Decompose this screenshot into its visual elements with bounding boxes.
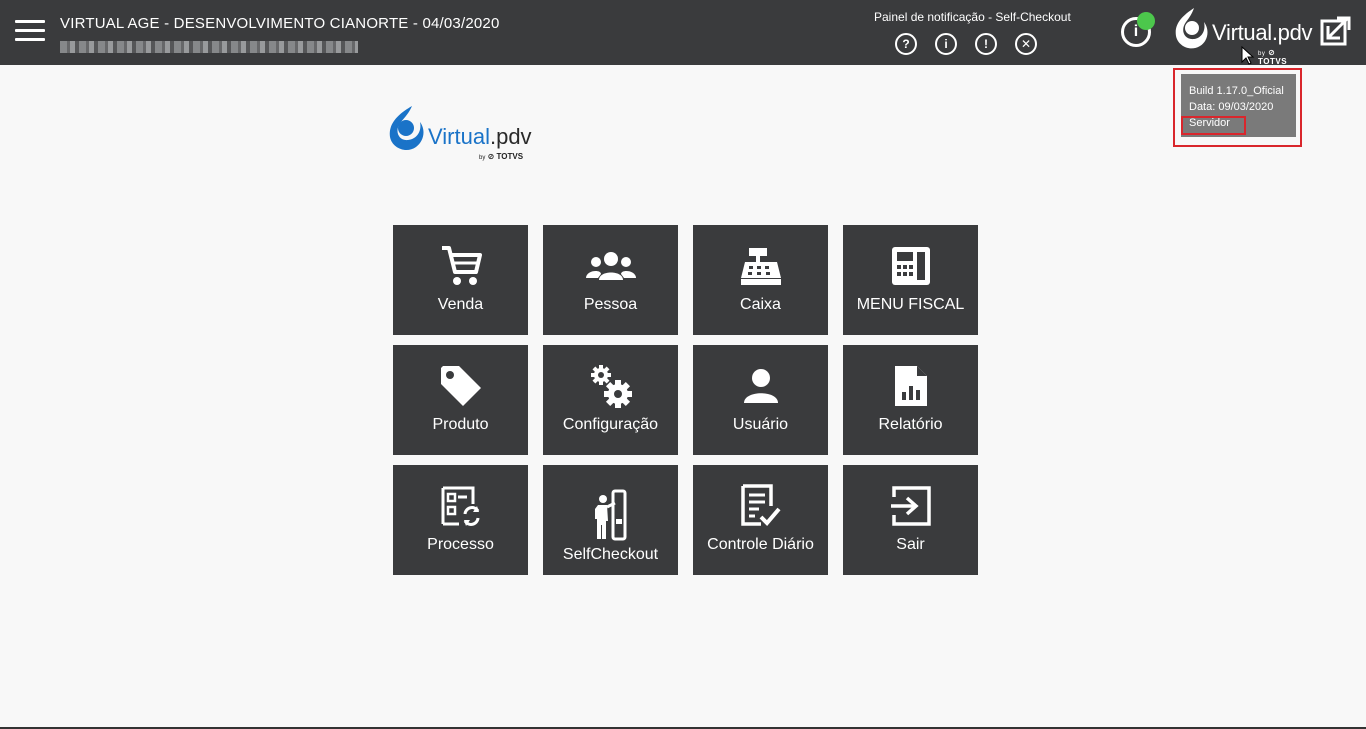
partner-text: TOTVS (1258, 57, 1288, 66)
tile-label: Usuário (732, 416, 789, 433)
main-menu-grid: Venda Pessoa Caixa MENU FISCAL Produto C… (393, 225, 978, 575)
main-brand-mark-icon (389, 106, 424, 151)
main-brand-suffix: .pdv (489, 124, 532, 149)
main-by-text: by (479, 155, 486, 161)
tile-controle-diario[interactable]: Controle Diário (693, 465, 828, 575)
notification-panel-title: Painel de notificação - Self-Checkout (874, 10, 1071, 24)
tile-label: MENU FISCAL (856, 296, 965, 313)
tile-venda[interactable]: Venda (393, 225, 528, 335)
main-by-totvs: by ⊘ TOTVS (479, 152, 523, 161)
tile-label: Venda (437, 296, 484, 313)
warning-icon[interactable]: ! (975, 33, 997, 55)
tile-caixa[interactable]: Caixa (693, 225, 828, 335)
tile-relatorio[interactable]: Relatório (843, 345, 978, 455)
tile-usuario[interactable]: Usuário (693, 345, 828, 455)
tile-processo[interactable]: Processo (393, 465, 528, 575)
top-bar: VIRTUAL AGE - DESENVOLVIMENTO CIANORTE -… (0, 0, 1366, 66)
tile-label: Configuração (562, 416, 659, 433)
report-icon (843, 363, 978, 409)
user-icon (693, 363, 828, 409)
tile-configuracao[interactable]: Configuração (543, 345, 678, 455)
close-icon[interactable]: ✕ (1015, 33, 1037, 55)
info-icon[interactable]: i (935, 33, 957, 55)
mouse-cursor-icon (1241, 46, 1255, 65)
tile-label: Pessoa (583, 296, 638, 313)
tile-label: Processo (427, 536, 494, 553)
brand-name: Virtual (1212, 20, 1272, 45)
menu-icon[interactable] (15, 20, 45, 44)
tile-sair[interactable]: Sair (843, 465, 978, 575)
main-partner-text: TOTVS (496, 152, 524, 161)
tag-icon (393, 363, 528, 409)
tile-label: SelfCheckout (562, 546, 659, 563)
gears-icon (543, 363, 678, 409)
app-title: VIRTUAL AGE - DESENVOLVIMENTO CIANORTE -… (60, 15, 500, 32)
daily-control-icon (693, 483, 828, 529)
server-highlight-box (1181, 116, 1246, 135)
tile-label: Sair (896, 536, 925, 553)
header-logo: Virtual.pdv by ⊘ TOTVS (1172, 6, 1313, 66)
tile-pessoa[interactable]: Pessoa (543, 225, 678, 335)
cash-register-icon (693, 243, 828, 289)
calculator-icon (843, 243, 978, 289)
exit-icon (843, 483, 978, 529)
notification-icons: ? i ! ✕ (895, 33, 1037, 55)
main-logo-text: Virtual.pdv (428, 124, 532, 150)
app-subtitle-redacted (60, 41, 358, 53)
tile-label: Produto (432, 416, 489, 433)
build-date: Data: 09/03/2020 (1189, 101, 1274, 113)
main-brand-name: Virtual (428, 124, 490, 149)
cart-icon (393, 243, 528, 289)
tile-label: Caixa (740, 296, 781, 313)
main-totvs-icon: ⊘ (487, 152, 495, 161)
tile-produto[interactable]: Produto (393, 345, 528, 455)
tile-label: Controle Diário (707, 536, 814, 553)
tile-menu-fiscal[interactable]: MENU FISCAL (843, 225, 978, 335)
header-logo-text: Virtual.pdv (1212, 20, 1313, 46)
self-checkout-icon (543, 489, 678, 541)
brand-mark-icon (1175, 8, 1208, 49)
build-version: Build 1.17.0_Oficial (1189, 85, 1284, 97)
header-by-totvs: by ⊘ TOTVS (1258, 48, 1307, 66)
process-icon (393, 483, 528, 529)
tile-label: Relatório (878, 416, 943, 433)
expand-window-icon[interactable] (1319, 14, 1353, 48)
online-status-indicator (1137, 12, 1155, 30)
people-icon (543, 243, 678, 289)
tile-selfcheckout[interactable]: SelfCheckout (543, 465, 678, 575)
main-logo: Virtual.pdv by ⊘ TOTVS (386, 104, 536, 166)
totvs-icon: ⊘ (1268, 48, 1276, 57)
brand-suffix: .pdv (1271, 20, 1313, 45)
help-icon[interactable]: ? (895, 33, 917, 55)
